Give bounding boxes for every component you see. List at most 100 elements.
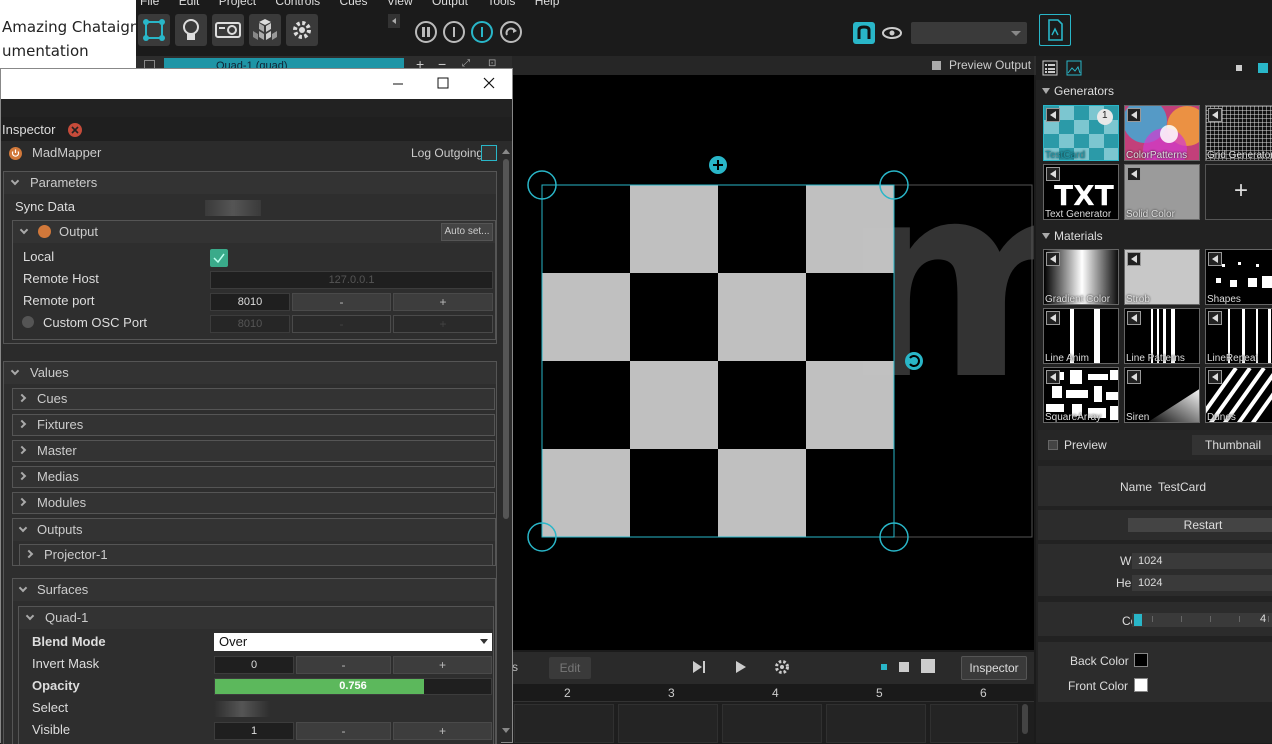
blend-mode-select[interactable]: Over [214,633,492,651]
remote-port-increment[interactable]: + [393,293,493,311]
auto-set-button[interactable]: Auto set... [441,223,493,241]
generator-colorpatterns[interactable]: ColorPatterns [1124,105,1200,161]
preview-checkbox[interactable] [1048,440,1058,450]
count-slider[interactable]: 4 [1132,613,1272,627]
surface-tool-button[interactable] [138,14,170,46]
cue-settings-button[interactable] [772,657,792,677]
menu-project[interactable]: Project [219,0,256,8]
list-view-button[interactable] [1042,60,1058,76]
export-file-button[interactable] [1039,14,1071,46]
add-generator-button[interactable]: + [1205,164,1272,220]
medias-group[interactable]: Medias [12,466,495,488]
material-line-repeat[interactable]: LineRepeat [1205,308,1272,364]
grid-scrollbar[interactable] [1022,704,1028,734]
output-dropdown[interactable] [911,22,1027,44]
menu-help[interactable]: Help [535,0,560,8]
visible-decrement[interactable]: - [296,722,391,740]
cue-slot[interactable] [514,704,614,743]
modules-group[interactable]: Modules [12,492,495,514]
generator-solid-color[interactable]: Solid Color [1124,164,1200,220]
preview-canvas[interactable]: m [512,75,1034,650]
values-header[interactable]: Values [4,362,496,384]
remote-host-field[interactable]: 127.0.0.1 [210,271,493,289]
maximize-button[interactable] [436,76,450,90]
thumbnail-button[interactable]: Thumbnail [1192,435,1272,455]
minimize-button[interactable] [391,77,405,91]
cues-group[interactable]: Cues [12,388,495,410]
next-cue-button[interactable] [690,658,708,676]
pause-button[interactable] [415,21,437,43]
menu-file[interactable]: File [140,0,159,8]
sync-data-trigger[interactable] [205,200,261,216]
remote-port-decrement[interactable]: - [292,293,391,311]
inspector-tab-label[interactable]: Inspector [2,122,55,137]
generator-text[interactable]: TXT Text Generator [1043,164,1119,220]
log-outgoing-checkbox[interactable] [481,145,497,161]
settings-button[interactable] [286,14,318,46]
menu-controls[interactable]: Controls [275,0,320,8]
material-strob[interactable]: Strob [1124,249,1200,305]
view-small-button[interactable] [1236,65,1242,71]
material-siren[interactable]: Siren [1124,367,1200,423]
cue-slot[interactable] [930,704,1018,743]
materials-header[interactable]: Materials [1036,227,1272,245]
visible-increment[interactable]: + [393,722,492,740]
madmapper-logo-button[interactable] [853,22,875,44]
size-small-button[interactable] [881,664,887,670]
select-trigger[interactable] [214,701,270,717]
generator-testcard[interactable]: 1 TestCard [1043,105,1119,161]
opacity-slider[interactable]: 0.756 [214,678,492,695]
close-tab-button[interactable] [68,123,82,137]
menu-output[interactable]: Output [432,0,468,8]
material-line-patterns[interactable]: Line Patterns [1124,308,1200,364]
scrollbar-thumb[interactable] [503,159,509,519]
menu-view[interactable]: View [387,0,413,8]
power-icon[interactable] [9,147,22,160]
output-header[interactable]: Output Auto set... [13,221,495,243]
collapse-arrow-button[interactable] [388,14,400,28]
visible-field[interactable]: 1 [214,722,294,740]
generators-header[interactable]: Generators [1036,82,1272,100]
preview-output-checkbox[interactable] [932,61,941,70]
material-shapes[interactable]: Shapes [1205,249,1272,305]
close-button[interactable] [482,76,496,90]
restart-button[interactable]: Restart [1128,518,1272,532]
fixture-button[interactable] [175,14,207,46]
play-button[interactable] [471,21,493,43]
material-gradient-color[interactable]: Gradient Color [1043,249,1119,305]
size-large-button[interactable] [921,659,935,673]
fixtures-group[interactable]: Fixtures [12,414,495,436]
projector-button[interactable] [212,14,244,46]
remote-port-field[interactable]: 8010 [210,293,290,311]
cue-slot[interactable] [618,704,718,743]
preview-eye-button[interactable] [881,22,903,44]
surfaces-header[interactable]: Surfaces [13,579,495,601]
invert-mask-field[interactable]: 0 [214,656,294,674]
inspector-toggle-button[interactable]: Inspector [961,656,1027,680]
image-view-button[interactable] [1066,60,1082,76]
edit-button[interactable]: Edit [549,657,591,679]
menu-tools[interactable]: Tools [487,0,515,8]
play-cue-button[interactable] [732,658,750,676]
power-icon[interactable] [38,225,51,238]
custom-osc-increment[interactable]: + [393,315,493,333]
master-group[interactable]: Master [12,440,495,462]
menu-edit[interactable]: Edit [179,0,200,8]
back-color-swatch[interactable] [1134,653,1148,667]
invert-mask-increment[interactable]: + [393,656,492,674]
size-medium-button[interactable] [899,662,909,672]
local-checkbox[interactable] [210,249,228,267]
invert-mask-decrement[interactable]: - [296,656,391,674]
name-value[interactable]: TestCard [1158,480,1206,494]
redo-button[interactable] [500,21,522,43]
generator-grid[interactable]: Grid Generator [1205,105,1272,161]
height-field[interactable]: 1024 [1132,575,1272,591]
quad-1-header[interactable]: Quad-1 [19,607,493,629]
front-color-swatch[interactable] [1134,678,1148,692]
material-dunes[interactable]: Dunes [1205,367,1272,423]
projector-1-group[interactable]: Projector-1 [19,544,493,566]
custom-osc-decrement[interactable]: - [292,315,391,333]
stop-button[interactable] [443,21,465,43]
parameters-header[interactable]: Parameters [4,172,496,194]
cue-slot[interactable] [826,704,926,743]
